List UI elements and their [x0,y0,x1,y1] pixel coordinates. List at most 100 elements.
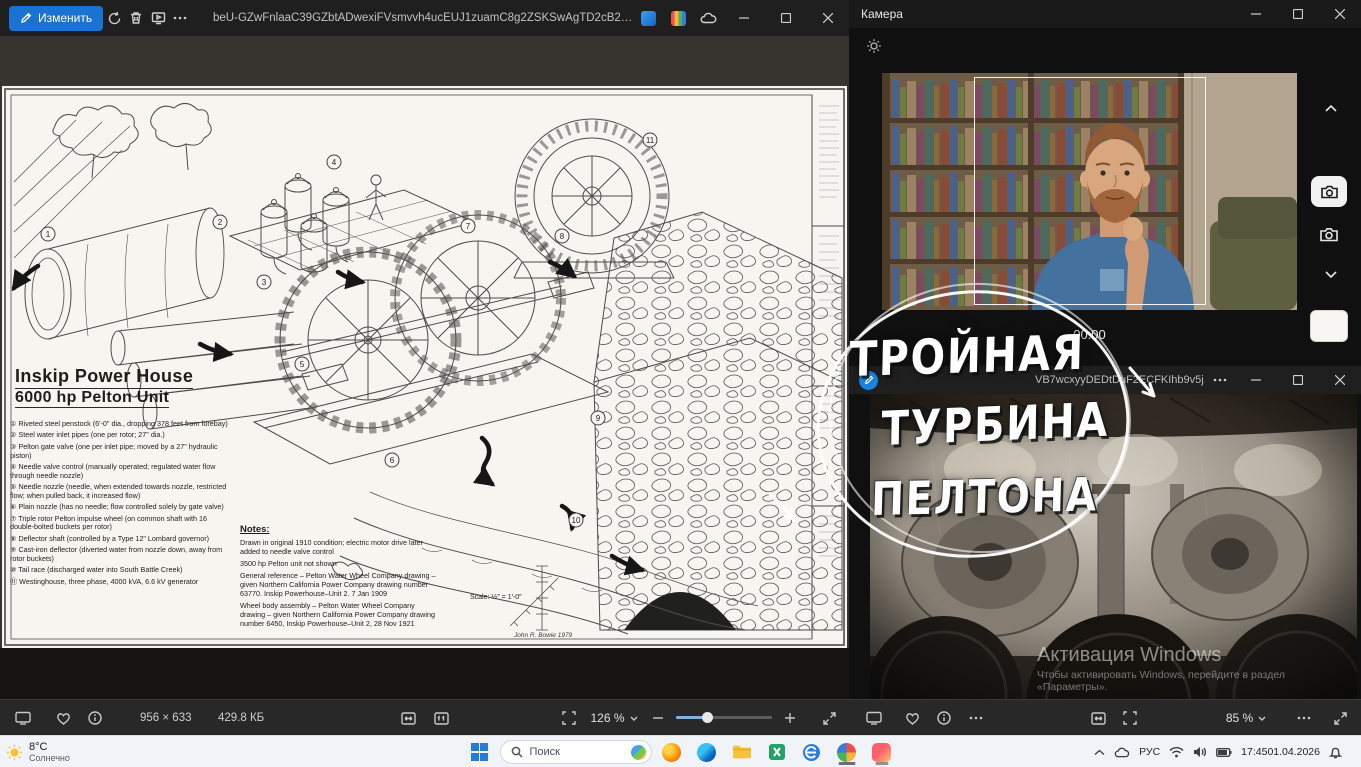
minimize-button[interactable] [1235,366,1277,394]
modes-scroll-down-button[interactable] [1317,264,1345,284]
close-button[interactable] [1319,366,1361,394]
delete-button[interactable] [125,4,147,32]
info-icon [88,711,102,725]
date: 01.04.2026 [1267,745,1320,758]
drawing-subtitle: 6000 hp Pelton Unit [15,389,170,408]
close-icon [1335,375,1345,385]
cloud-icon [700,12,716,24]
network-button[interactable] [1169,746,1184,758]
favorite-button[interactable] [50,706,76,730]
fit-window-button[interactable] [395,706,421,730]
left-statusbar: 956 × 633 429.8 КБ 126 % [0,699,849,735]
photo-canvas[interactable]: 1 2 3 4 5 6 7 8 9 10 11 Inskip Power Hou… [0,36,849,699]
camera-close-button[interactable] [1319,0,1361,28]
fit-window-icon [400,711,416,725]
start-button[interactable] [465,738,495,766]
taskbar-app-excel[interactable] [762,738,792,766]
actual-size-button[interactable] [428,706,454,730]
rotate-button[interactable] [103,4,125,32]
info-button[interactable] [931,706,957,730]
fullscreen-button[interactable] [556,706,582,730]
zoom-level-button[interactable]: 85 % [1221,706,1271,730]
tray-cloud-button[interactable] [1114,747,1130,758]
weather-widget[interactable]: 8°C Солнечно [6,738,70,766]
volume-button[interactable] [1193,746,1207,758]
fullscreen-button[interactable] [1117,706,1143,730]
take-photo-button[interactable] [1311,176,1347,207]
language-indicator[interactable]: РУС [1139,746,1160,758]
svg-text:11: 11 [646,136,655,145]
edit-button[interactable]: Изменить [9,5,104,31]
close-icon [823,13,834,23]
image-filesize: 429.8 КБ [218,712,265,724]
fit-window-icon [1090,711,1106,725]
fit-window-button[interactable] [1085,706,1111,730]
drawing-signature: John R. Bowie 1979 [514,632,573,639]
gallery-button[interactable] [10,706,36,730]
active-indicator [875,762,888,765]
maximize-icon [781,13,792,23]
camera-minimize-button[interactable] [1235,0,1277,28]
favorite-button[interactable] [899,706,925,730]
taskbar-app-firefox[interactable] [657,738,687,766]
camera-maximize-button[interactable] [1277,0,1319,28]
minus-icon [653,717,663,719]
zoom-slider[interactable] [676,712,772,723]
search-box[interactable]: Поиск [499,740,652,764]
actual-size-icon [433,711,449,725]
taskbar-app-browser[interactable] [797,738,827,766]
search-highlight-icon [630,744,646,760]
zoom-slider-handle[interactable] [701,712,713,723]
slideshow-button[interactable] [147,4,169,32]
active-indicator [838,762,855,765]
close-button[interactable] [807,0,849,36]
show-desktop-button[interactable] [1351,736,1355,767]
minimize-button[interactable] [723,0,765,36]
more-button[interactable] [1205,366,1235,394]
zoom-out-button[interactable] [648,706,668,730]
search-placeholder: Поиск [529,746,560,758]
chevron-down-icon [1258,716,1266,721]
minimize-icon [1251,13,1261,15]
left-titlebar[interactable]: Изменить beU-GZwFnlaaC39GZbtADwexiFVsmvv… [0,0,849,36]
taskbar-app-edge[interactable] [692,738,722,766]
more-button[interactable] [963,706,989,730]
gallery-button[interactable] [861,706,887,730]
expand-button[interactable] [816,706,842,730]
edit-button-compact[interactable] [859,370,878,390]
taskbar-app-paint[interactable] [867,738,897,766]
right-titlebar[interactable]: VB7wcxyyDEDtDuF2ECFKIhb9v5j... [849,366,1361,394]
clock[interactable]: 17:45 01.04.2026 [1241,746,1320,758]
taskbar-app-photos[interactable] [832,738,862,766]
camera-titlebar[interactable]: Камера [849,0,1361,28]
zoom-level-button[interactable]: 126 % [588,706,640,730]
image-dimensions: 956 × 633 [140,712,192,724]
taskbar-app-explorer[interactable] [727,738,757,766]
modes-scroll-up-button[interactable] [1317,98,1345,118]
expand-button[interactable] [1327,706,1353,730]
camera-roll-preview[interactable] [1310,310,1348,342]
maximize-button[interactable] [1277,366,1319,394]
phone-link-badge-button[interactable] [633,4,663,32]
desktop: Изменить beU-GZwFnlaaC39GZbtADwexiFVsmvv… [0,0,1361,767]
overflow-button[interactable] [1291,706,1317,730]
minimize-icon [739,17,750,19]
expand-icon [822,711,836,725]
notifications-button[interactable] [1329,746,1342,759]
cloud-status-button[interactable] [693,4,723,32]
maximize-button[interactable] [765,0,807,36]
more-button[interactable] [169,4,191,32]
maximize-icon [1293,375,1303,385]
camera-title: Камера [861,7,903,21]
battery-button[interactable] [1216,747,1232,757]
zoom-in-button[interactable] [780,706,800,730]
camera-settings-button[interactable] [859,32,889,60]
photo-mode-button[interactable] [1315,222,1343,246]
thumbnail-canvas[interactable]: Активация Windows Чтобы активировать Win… [849,394,1361,699]
tray-overflow-button[interactable] [1094,749,1105,756]
weather-temp: 8°C [29,741,48,753]
info-button[interactable] [82,706,108,730]
designer-badge-button[interactable] [663,4,693,32]
image-filename: beU-GZwFnlaaC39GZbtADwexiFVsmvvh4ucEUJ1z… [213,12,633,24]
plus-icon [785,713,795,723]
